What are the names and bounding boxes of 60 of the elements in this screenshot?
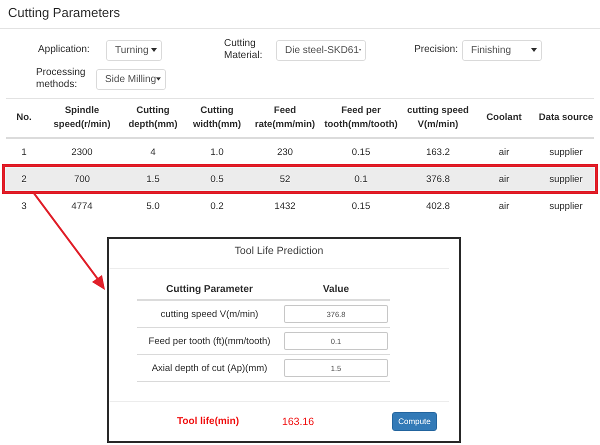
column-header: Feed rate(mm/min) — [254, 104, 316, 132]
filter-label: Precision: — [413, 44, 458, 56]
table-row[interactable]: 2 700 1.5 0.5 52 0.1 376.8 air supplier — [4, 166, 596, 192]
column-header: Data source — [538, 111, 594, 125]
dropdown[interactable]: Finishing — [462, 40, 542, 60]
caret-icon — [156, 77, 161, 81]
table-cell-text: 4 — [149, 146, 157, 158]
table-cell-text: 700 — [73, 174, 91, 184]
parameter-label: Axial depth of cut (Ap)(mm) — [150, 362, 268, 374]
table-row[interactable]: 1 2300 4 1.0 230 0.15 163.2 air supplier — [6, 139, 594, 165]
parameter-label: Feed per tooth (ft)(mm/tooth) — [148, 336, 272, 346]
table-row[interactable]: 3 4774 5.0 0.2 1432 0.15 402.8 air supplier — [6, 193, 594, 219]
table-cell-text: 163.2 — [425, 146, 451, 158]
filter-label: Cutting Material: — [224, 38, 264, 62]
table-cell-text: 0.15 — [350, 200, 372, 212]
result-label: Tool life(min) — [177, 416, 240, 427]
column-header: No. — [15, 111, 33, 125]
table-cell-text: 52 — [278, 174, 292, 184]
filter-label: Application: — [38, 44, 91, 56]
result-value: 163.16 — [282, 416, 316, 428]
table-cell-text: 230 — [276, 146, 294, 158]
table-cell-text: 1.0 — [209, 146, 225, 158]
filter-label: Processing methods: — [36, 67, 86, 91]
table-cell-text: air — [498, 200, 510, 212]
dropdown[interactable]: Die steel-SKD61 — [276, 40, 366, 60]
table-cell-text: supplier — [548, 200, 584, 212]
table-cell-text: 1432 — [273, 200, 297, 212]
table-cell-text: supplier — [548, 174, 584, 184]
caret-icon — [531, 48, 537, 52]
table-cell-text: 0.1 — [353, 174, 369, 184]
column-header: Feed per tooth(mm/tooth) — [323, 104, 399, 132]
table-cell-text: 4774 — [70, 200, 94, 212]
table-cell-text: 5.0 — [145, 200, 161, 212]
column-header: Coolant — [485, 111, 523, 125]
table-cell-text: 0.15 — [350, 146, 372, 158]
table-cell-text: 2 — [20, 174, 28, 184]
dropdown[interactable]: Side Milling — [96, 68, 166, 90]
table-cell-text: air — [498, 146, 510, 158]
column-header: Spindle speed(r/min) — [52, 104, 112, 132]
caret-icon — [151, 48, 157, 52]
table-cell-text: air — [498, 174, 510, 184]
column-header: Cutting Parameter — [165, 284, 254, 294]
table-cell-text: 402.8 — [425, 200, 451, 212]
table-cell-text: 1.5 — [145, 174, 161, 184]
column-header: cutting speed V(m/min) — [406, 104, 470, 132]
table-cell-text: 2300 — [70, 146, 94, 158]
compute-button[interactable]: Compute — [392, 412, 437, 431]
table-cell-text: 0.5 — [209, 174, 225, 184]
dialog-title: Tool Life Prediction — [234, 245, 324, 259]
column-header: Cutting depth(mm) — [127, 104, 179, 132]
parameter-label: cutting speed V(m/min) — [160, 308, 260, 320]
table-cell-text: supplier — [548, 146, 584, 158]
panel-title: Cutting Parameters — [8, 5, 120, 20]
table-cell-text: 1 — [20, 146, 28, 158]
dropdown[interactable]: Turning — [106, 40, 162, 60]
table-cell-text: 376.8 — [425, 174, 451, 184]
column-header: Value — [322, 284, 350, 294]
table-cell-text: 0.2 — [209, 200, 225, 212]
table-cell-text: 3 — [20, 200, 28, 212]
column-header: Cutting width(mm) — [192, 104, 242, 132]
